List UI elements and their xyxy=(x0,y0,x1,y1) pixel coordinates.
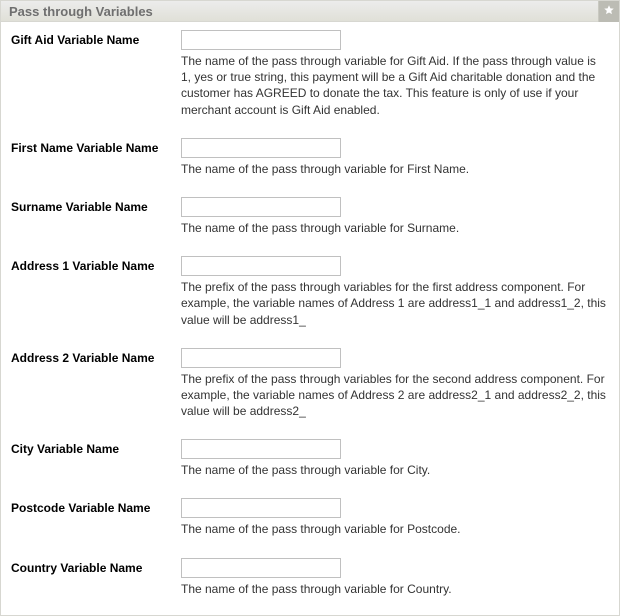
field-control: The prefix of the pass through variables… xyxy=(181,348,609,420)
field-description: The name of the pass through variable fo… xyxy=(181,521,609,537)
panel-pass-through-variables: Pass through Variables Gift Aid Variable… xyxy=(0,0,620,616)
address2-input[interactable] xyxy=(181,348,341,368)
panel-header: Pass through Variables xyxy=(1,1,619,22)
field-description: The prefix of the pass through variables… xyxy=(181,371,609,420)
field-row-postcode: Postcode Variable Name The name of the p… xyxy=(11,498,609,537)
star-icon xyxy=(603,4,615,19)
field-row-surname: Surname Variable Name The name of the pa… xyxy=(11,197,609,236)
firstname-input[interactable] xyxy=(181,138,341,158)
city-input[interactable] xyxy=(181,439,341,459)
field-description: The prefix of the pass through variables… xyxy=(181,279,609,328)
field-control: The name of the pass through variable fo… xyxy=(181,498,609,537)
field-control: The name of the pass through variable fo… xyxy=(181,558,609,597)
field-description: The name of the pass through variable fo… xyxy=(181,581,609,597)
panel-action-button[interactable] xyxy=(598,1,619,22)
field-label: Surname Variable Name xyxy=(11,197,181,214)
field-row-address2: Address 2 Variable Name The prefix of th… xyxy=(11,348,609,420)
country-input[interactable] xyxy=(181,558,341,578)
giftaid-input[interactable] xyxy=(181,30,341,50)
field-label: Address 1 Variable Name xyxy=(11,256,181,273)
field-row-address1: Address 1 Variable Name The prefix of th… xyxy=(11,256,609,328)
field-control: The prefix of the pass through variables… xyxy=(181,256,609,328)
panel-title: Pass through Variables xyxy=(9,4,153,19)
field-control: The name of the pass through variable fo… xyxy=(181,138,609,177)
field-control: The name of the pass through variable fo… xyxy=(181,439,609,478)
field-label: First Name Variable Name xyxy=(11,138,181,155)
field-row-giftaid: Gift Aid Variable Name The name of the p… xyxy=(11,30,609,118)
field-description: The name of the pass through variable fo… xyxy=(181,462,609,478)
panel-body: Gift Aid Variable Name The name of the p… xyxy=(1,22,619,615)
field-description: The name of the pass through variable fo… xyxy=(181,161,609,177)
field-control: The name of the pass through variable fo… xyxy=(181,197,609,236)
surname-input[interactable] xyxy=(181,197,341,217)
field-label: Gift Aid Variable Name xyxy=(11,30,181,47)
field-description: The name of the pass through variable fo… xyxy=(181,220,609,236)
field-row-firstname: First Name Variable Name The name of the… xyxy=(11,138,609,177)
field-row-country: Country Variable Name The name of the pa… xyxy=(11,558,609,597)
field-label: Country Variable Name xyxy=(11,558,181,575)
field-label: City Variable Name xyxy=(11,439,181,456)
postcode-input[interactable] xyxy=(181,498,341,518)
address1-input[interactable] xyxy=(181,256,341,276)
field-label: Postcode Variable Name xyxy=(11,498,181,515)
field-description: The name of the pass through variable fo… xyxy=(181,53,609,118)
field-row-city: City Variable Name The name of the pass … xyxy=(11,439,609,478)
field-label: Address 2 Variable Name xyxy=(11,348,181,365)
field-control: The name of the pass through variable fo… xyxy=(181,30,609,118)
